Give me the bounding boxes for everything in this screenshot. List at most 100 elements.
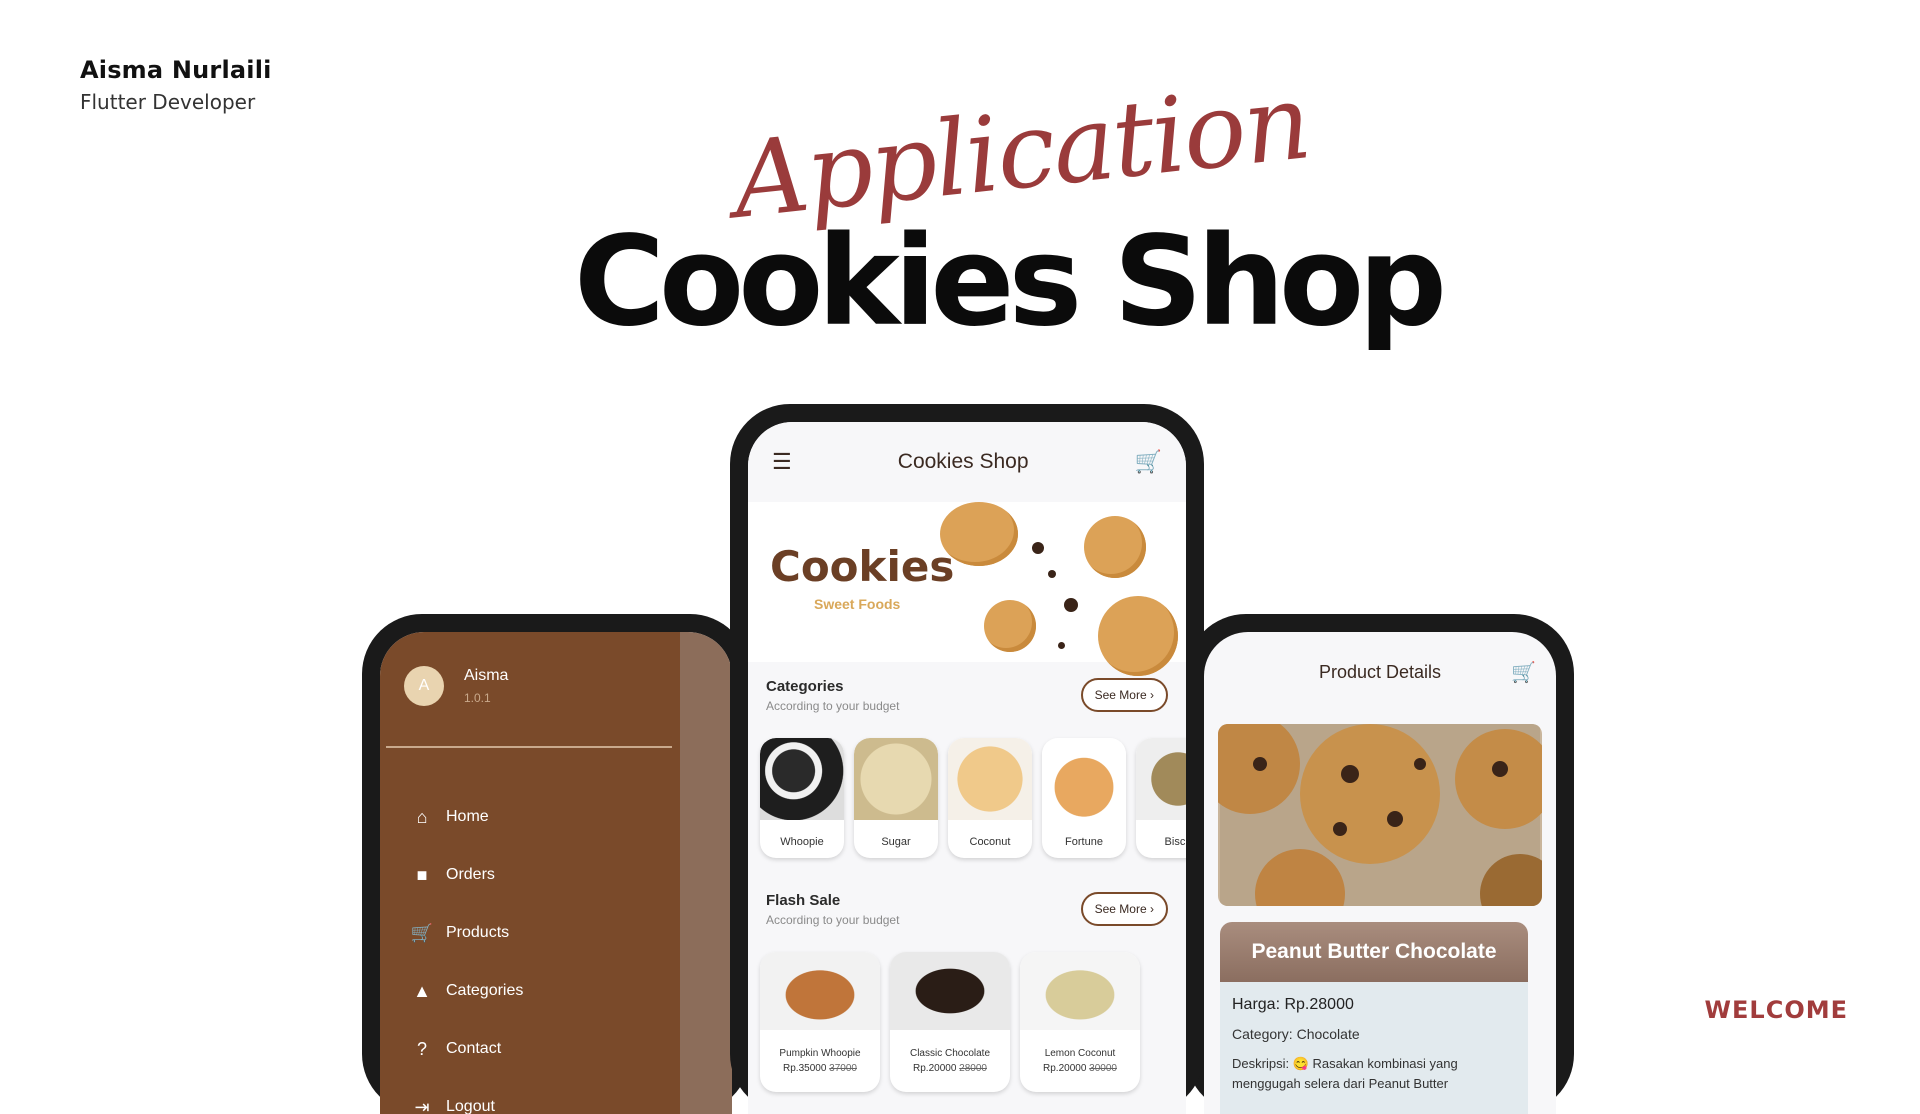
category-card-fortune[interactable]: Fortune	[1042, 738, 1126, 858]
home-banner: Cookies Sweet Foods	[748, 502, 1186, 662]
categories-see-more-button[interactable]: See More ›	[1081, 678, 1168, 712]
product-details-title: Product Details	[1319, 662, 1441, 683]
product-details-screen: Product Details 🛒 Peanut Butter Chocolat…	[1204, 632, 1556, 1114]
product-category: Category: Chocolate	[1232, 1026, 1516, 1042]
old-price: 37000	[829, 1063, 857, 1074]
cookie-illustration	[1084, 516, 1146, 578]
drawer-item-orders[interactable]: ■ Orders	[410, 846, 523, 904]
phone-drawer: A Aisma 1.0.1 ⌂ Home ■ Orders 🛒 Pro	[362, 614, 750, 1114]
chocolate-chip	[1064, 598, 1078, 612]
category-image	[760, 738, 844, 820]
category-label: Fortune	[1042, 836, 1126, 848]
author-role: Flutter Developer	[80, 90, 272, 114]
chocolate-chip	[1058, 642, 1065, 649]
hero-title: Cookies Shop	[574, 210, 1441, 354]
home-appbar: ☰ Cookies Shop 🛒	[748, 422, 1186, 502]
category-label: Whoopie	[760, 836, 844, 848]
current-price: Rp.35000	[783, 1063, 826, 1074]
category-card-biscuit[interactable]: Biscu	[1136, 738, 1186, 858]
chevron-right-icon: ›	[1150, 902, 1154, 916]
flash-sale-card[interactable]: Pumpkin Whoopie Rp.35000 37000	[760, 952, 880, 1092]
drawer-item-label: Products	[446, 924, 509, 942]
menu-icon[interactable]: ☰	[772, 449, 792, 475]
cart-icon[interactable]: 🛒	[1511, 660, 1536, 685]
product-name: Lemon Coconut	[1020, 1048, 1140, 1059]
category-card-coconut[interactable]: Coconut	[948, 738, 1032, 858]
flash-sale-see-more-button[interactable]: See More ›	[1081, 892, 1168, 926]
product-description: Deskripsi: 😋 Rasakan kombinasi yang meng…	[1232, 1054, 1516, 1094]
product-details-appbar: Product Details 🛒	[1204, 632, 1556, 712]
product-price: Rp.35000 37000	[760, 1063, 880, 1074]
shapes-icon: ▲	[410, 981, 434, 1002]
flash-sale-card[interactable]: Lemon Coconut Rp.20000 30000	[1020, 952, 1140, 1092]
welcome-label: WELCOME	[1705, 996, 1848, 1024]
home-title: Cookies Shop	[898, 450, 1029, 474]
phone-product-details: Product Details 🛒 Peanut Butter Chocolat…	[1186, 614, 1574, 1114]
product-name: Classic Chocolate	[890, 1048, 1010, 1059]
product-image	[760, 952, 880, 1030]
avatar: A	[404, 666, 444, 706]
product-price: Rp.20000 28000	[890, 1063, 1010, 1074]
product-image	[1020, 952, 1140, 1030]
bag-icon: ■	[410, 865, 434, 886]
drawer-divider	[386, 746, 672, 748]
drawer-item-label: Logout	[446, 1098, 495, 1114]
product-price: Harga: Rp.28000	[1232, 996, 1516, 1014]
help-icon: ?	[410, 1039, 434, 1060]
cookie-illustration	[1098, 596, 1178, 676]
drawer-item-logout[interactable]: ⇥ Logout	[410, 1078, 523, 1114]
category-image	[1136, 738, 1186, 820]
banner-subtitle: Sweet Foods	[814, 596, 900, 612]
drawer-item-label: Orders	[446, 866, 495, 884]
cookie-photo	[1218, 724, 1542, 906]
category-image	[854, 738, 938, 820]
banner-title: Cookies	[770, 542, 954, 591]
drawer-user-name: Aisma	[464, 667, 508, 685]
old-price: 28000	[959, 1063, 987, 1074]
product-info: Harga: Rp.28000 Category: Chocolate Desk…	[1220, 982, 1528, 1114]
category-image	[1042, 738, 1126, 820]
drawer-item-categories[interactable]: ▲ Categories	[410, 962, 523, 1020]
cookie-illustration	[984, 600, 1036, 652]
drawer-user: Aisma 1.0.1	[464, 667, 508, 705]
chevron-right-icon: ›	[1150, 688, 1154, 702]
cart-icon: 🛒	[410, 923, 434, 944]
flash-sale-section: Flash Sale According to your budget See …	[766, 892, 1168, 927]
current-price: Rp.20000	[913, 1063, 956, 1074]
cart-icon[interactable]: 🛒	[1135, 449, 1162, 475]
categories-section: Categories According to your budget See …	[766, 678, 1168, 713]
drawer-item-label: Home	[446, 808, 489, 826]
drawer-item-label: Categories	[446, 982, 523, 1000]
category-label: Biscu	[1136, 836, 1186, 848]
cookie-illustration	[940, 502, 1018, 566]
old-price: 30000	[1089, 1063, 1117, 1074]
chocolate-chip	[1032, 542, 1044, 554]
drawer-menu: ⌂ Home ■ Orders 🛒 Products ▲ Categories …	[410, 788, 523, 1114]
flash-sale-list: Pumpkin Whoopie Rp.35000 37000 Classic C…	[760, 952, 1140, 1092]
product-image	[890, 952, 1010, 1030]
see-more-label: See More	[1095, 902, 1147, 916]
author-block: Aisma Nurlaili Flutter Developer	[80, 56, 272, 114]
home-icon: ⌂	[410, 807, 434, 828]
category-label: Coconut	[948, 836, 1032, 848]
product-name: Peanut Butter Chocolate	[1251, 940, 1496, 964]
drawer-item-contact[interactable]: ? Contact	[410, 1020, 523, 1078]
drawer-scrim[interactable]	[680, 632, 732, 1114]
see-more-label: See More	[1095, 688, 1147, 702]
product-name: Pumpkin Whoopie	[760, 1048, 880, 1059]
flash-sale-card[interactable]: Classic Chocolate Rp.20000 28000	[890, 952, 1010, 1092]
category-card-sugar[interactable]: Sugar	[854, 738, 938, 858]
drawer-screen: A Aisma 1.0.1 ⌂ Home ■ Orders 🛒 Pro	[380, 632, 732, 1114]
navigation-drawer: A Aisma 1.0.1 ⌂ Home ■ Orders 🛒 Pro	[380, 632, 680, 1114]
logout-icon: ⇥	[410, 1097, 434, 1114]
drawer-item-home[interactable]: ⌂ Home	[410, 788, 523, 846]
drawer-item-products[interactable]: 🛒 Products	[410, 904, 523, 962]
category-card-whoopie[interactable]: Whoopie	[760, 738, 844, 858]
author-name: Aisma Nurlaili	[80, 56, 272, 84]
drawer-version: 1.0.1	[464, 691, 508, 705]
drawer-header: A Aisma 1.0.1	[404, 666, 508, 706]
drawer-item-label: Contact	[446, 1040, 501, 1058]
category-label: Sugar	[854, 836, 938, 848]
product-name-bar: Peanut Butter Chocolate	[1220, 922, 1528, 982]
categories-list: Whoopie Sugar Coconut Fortune Biscu	[760, 738, 1186, 858]
